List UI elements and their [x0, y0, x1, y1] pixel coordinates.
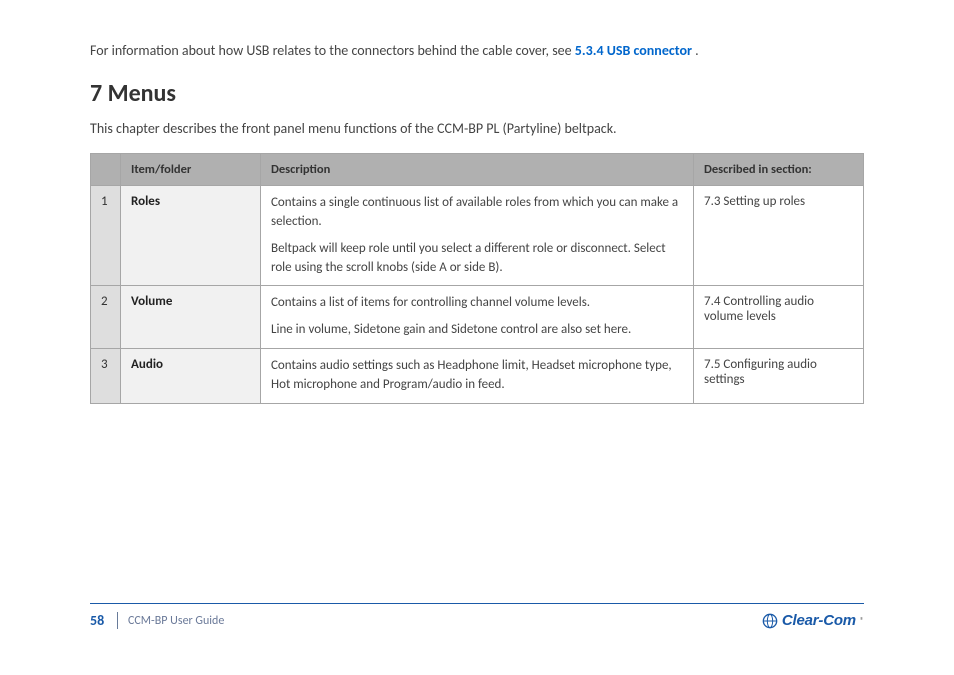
table-row: 3 Audio Contains audio settings such as … — [91, 349, 864, 404]
desc-line: Contains a single continuous list of ava… — [271, 194, 683, 232]
desc-line: Beltpack will keep role until you select… — [271, 240, 683, 278]
col-blank — [91, 154, 121, 186]
table-row: 2 Volume Contains a list of items for co… — [91, 286, 864, 349]
row-folder: Volume — [121, 286, 261, 349]
registered-mark: ® — [860, 616, 864, 626]
row-section: 7.3 Setting up roles — [694, 186, 864, 286]
row-section: 7.5 Configuring audio settings — [694, 349, 864, 404]
menu-table: Item/folder Description Described in sec… — [90, 153, 864, 404]
table-header-row: Item/folder Description Described in sec… — [91, 154, 864, 186]
row-num: 2 — [91, 286, 121, 349]
row-num: 1 — [91, 186, 121, 286]
intro-crossref[interactable]: 5.3.4 USB connector — [575, 42, 692, 59]
page-footer: 58 CCM-BP User Guide Clear-Com ® — [90, 603, 864, 633]
globe-icon — [762, 613, 778, 629]
row-section: 7.4 Controlling audio volume levels — [694, 286, 864, 349]
desc-line: Contains a list of items for controlling… — [271, 294, 683, 313]
row-folder: Audio — [121, 349, 261, 404]
col-item: Item/folder — [121, 154, 261, 186]
footer-text: CCM-BP User Guide — [118, 614, 762, 628]
page-number: 58 — [90, 612, 118, 629]
table-row: 1 Roles Contains a single continuous lis… — [91, 186, 864, 286]
row-desc: Contains audio settings such as Headphon… — [261, 349, 694, 404]
brand-name: Clear-Com — [782, 612, 856, 629]
intro-text-after: . — [695, 42, 699, 59]
row-num: 3 — [91, 349, 121, 404]
col-section: Described in section: — [694, 154, 864, 186]
page-subtitle: This chapter describes the front panel m… — [90, 118, 864, 139]
desc-line: Contains audio settings such as Headphon… — [271, 357, 683, 395]
brand-logo: Clear-Com ® — [762, 612, 864, 629]
row-desc: Contains a list of items for controlling… — [261, 286, 694, 349]
page-heading: 7 Menus — [90, 79, 864, 108]
row-desc: Contains a single continuous list of ava… — [261, 186, 694, 286]
row-folder: Roles — [121, 186, 261, 286]
desc-line: Line in volume, Sidetone gain and Sideto… — [271, 321, 683, 340]
col-desc: Description — [261, 154, 694, 186]
intro-text-before: For information about how USB relates to… — [90, 42, 575, 59]
intro-paragraph: For information about how USB relates to… — [90, 40, 864, 61]
